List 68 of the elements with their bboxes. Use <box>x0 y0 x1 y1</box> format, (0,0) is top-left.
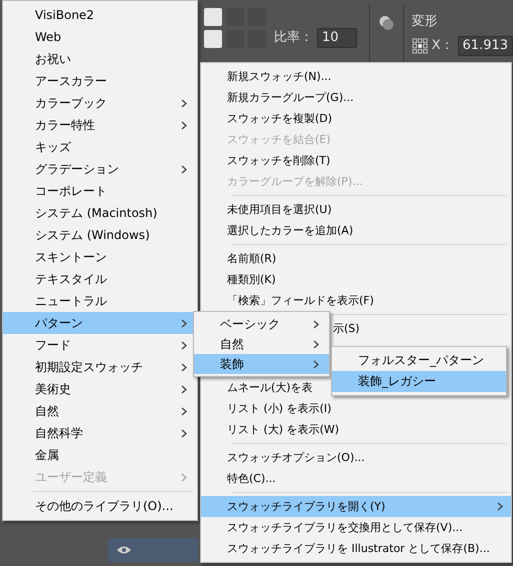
chevron-icon <box>181 472 187 482</box>
menu-item[interactable]: システム (Macintosh) <box>3 202 197 224</box>
ratio-field[interactable]: 10 <box>317 28 357 48</box>
reference-point-icon[interactable] <box>412 38 428 54</box>
menu-item[interactable]: 種類別(K) <box>201 269 511 290</box>
chevron-icon <box>181 318 187 328</box>
menu-item[interactable]: コーポレート <box>3 180 197 202</box>
menu-item[interactable]: 自然 <box>3 400 197 422</box>
menu-item[interactable]: 装飾 <box>194 354 329 374</box>
menu-item[interactable]: アースカラー <box>3 70 197 92</box>
menu-item[interactable]: お祝い <box>3 48 197 70</box>
menu-item[interactable]: 「検索」フィールドを表示(F) <box>201 290 511 311</box>
menu-item[interactable]: 特色(C)... <box>201 468 511 489</box>
menu-item[interactable]: 装飾_レガシー <box>332 371 506 392</box>
menu-item[interactable]: グラデーション <box>3 158 197 180</box>
menu-item[interactable]: フォルスター_パターン <box>332 350 506 371</box>
tool-icon[interactable] <box>204 30 222 48</box>
menu-item[interactable]: スウォッチを複製(D) <box>201 108 511 129</box>
menu-item[interactable]: ニュートラル <box>3 290 197 312</box>
menu-item[interactable]: フード <box>3 334 197 356</box>
chevron-icon <box>313 340 319 348</box>
layer-row[interactable] <box>108 538 198 562</box>
menu-item[interactable]: 新規スウォッチ(N)... <box>201 66 511 87</box>
menu-item[interactable]: VisiBone2 <box>3 4 197 26</box>
menu-item[interactable]: 自然科学 <box>3 422 197 444</box>
menu-item[interactable]: スウォッチライブラリを Illustrator として保存(B)... <box>201 538 511 559</box>
menu-item[interactable]: ベーシック <box>194 314 329 334</box>
menu-item[interactable]: テキスタイル <box>3 268 197 290</box>
eye-icon[interactable] <box>116 545 132 555</box>
menu-item[interactable]: スウォッチライブラリを開く(Y) <box>201 496 511 517</box>
ratio-label: 比率： <box>274 29 313 48</box>
chevron-icon <box>181 428 187 438</box>
menu-item[interactable]: その他のライブラリ(O)... <box>3 495 197 517</box>
panel-title: 変形 <box>412 13 439 31</box>
tool-icon[interactable] <box>204 8 222 26</box>
chevron-icon <box>181 384 187 394</box>
chevron-icon <box>313 320 319 328</box>
chevron-icon <box>181 98 187 108</box>
menu-item[interactable]: リスト (大) を表示(W) <box>201 419 511 440</box>
x-field[interactable]: 61.913 <box>458 36 513 56</box>
menu-item[interactable]: カラー特性 <box>3 114 197 136</box>
menu-item[interactable]: 新規カラーグループ(G)... <box>201 87 511 108</box>
menu-item[interactable]: Web <box>3 26 197 48</box>
menu-item[interactable]: 示(S) <box>333 318 511 339</box>
menu-item[interactable]: システム (Windows) <box>3 224 197 246</box>
menu-item[interactable]: 美術史 <box>3 378 197 400</box>
menu-item[interactable]: 自然 <box>194 334 329 354</box>
menu-item[interactable]: 未使用項目を選択(U) <box>201 199 511 220</box>
chevron-icon <box>313 360 319 368</box>
menu-item[interactable]: 金属 <box>3 444 197 466</box>
chevron-icon <box>181 340 187 350</box>
menu-item[interactable]: スウォッチライブラリを交換用として保存(V)... <box>201 517 511 538</box>
chevron-icon <box>181 120 187 130</box>
menu-item[interactable]: リスト (小) を表示(I) <box>201 398 511 419</box>
menu-item[interactable]: 選択したカラーを追加(A) <box>201 220 511 241</box>
menu-item[interactable]: ムネール(大)を表 <box>201 377 319 398</box>
menu-item[interactable]: 初期設定スウォッチ <box>3 356 197 378</box>
menu-item[interactable]: スウォッチを削除(T) <box>201 150 511 171</box>
menu-item[interactable]: スキントーン <box>3 246 197 268</box>
x-label: X： <box>432 36 454 55</box>
chevron-icon <box>181 362 187 372</box>
menu-item[interactable]: カラーブック <box>3 92 197 114</box>
chevron-icon <box>181 406 187 416</box>
menu-item[interactable]: キッズ <box>3 136 197 158</box>
chevron-icon <box>181 164 187 174</box>
menu-item[interactable]: 名前順(R) <box>201 248 511 269</box>
chevron-icon <box>497 502 503 511</box>
menu-item[interactable]: スウォッチオプション(O)... <box>201 447 511 468</box>
